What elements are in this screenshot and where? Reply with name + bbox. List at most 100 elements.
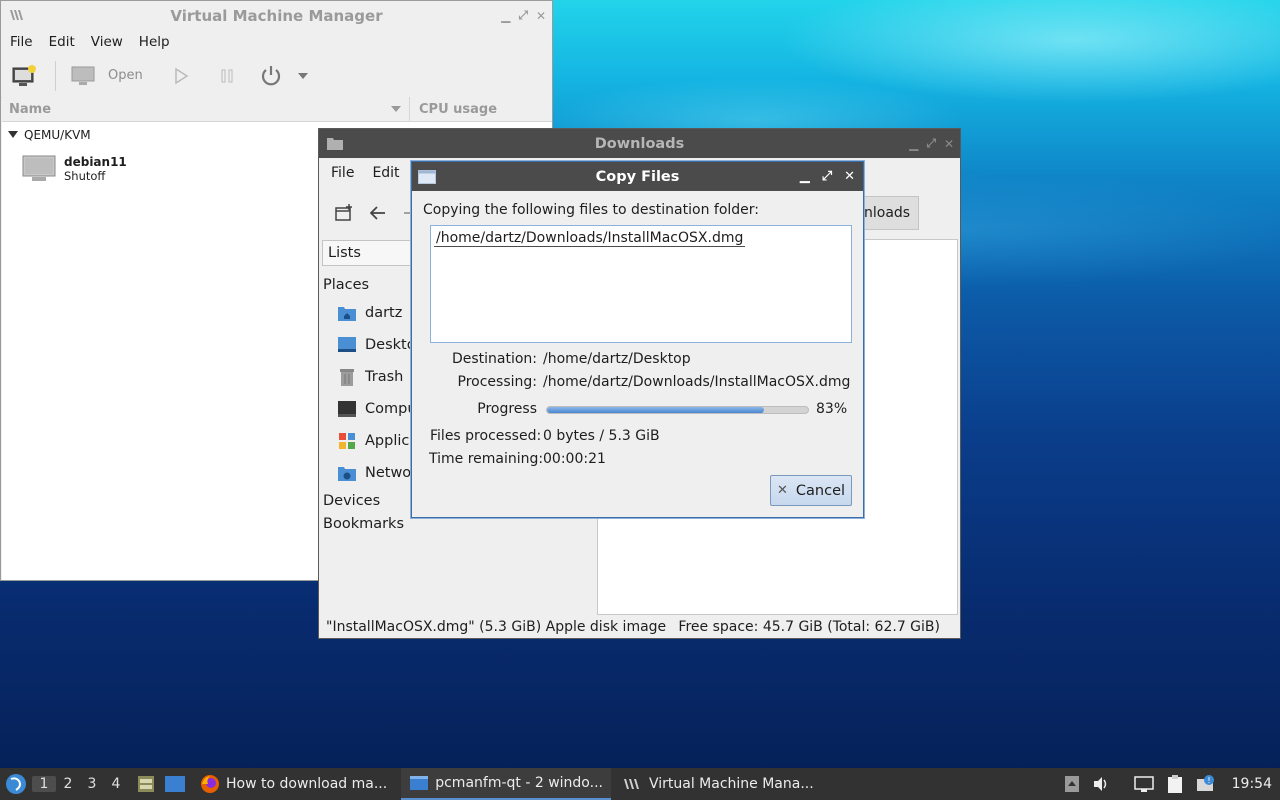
time-remaining-value: 00:00:21 xyxy=(543,451,606,467)
place-trash-label: Trash xyxy=(365,369,404,385)
computer-icon xyxy=(338,401,356,417)
vmm-titlebar[interactable]: Virtual Machine Manager ▁ ⤢ ✕ xyxy=(1,1,552,30)
place-computer[interactable]: Compu xyxy=(337,397,417,421)
copy-files-dialog: Copy Files ▁ ⤢ ✕ Copying the following f… xyxy=(411,161,864,518)
task-pcmanfm[interactable]: pcmanfm-qt - 2 windo... xyxy=(401,768,611,800)
pause-button[interactable] xyxy=(219,58,235,94)
vmm-title: Virtual Machine Manager xyxy=(170,6,383,25)
time-remaining-label: Time remaining: xyxy=(429,451,544,467)
menu-file[interactable]: File xyxy=(10,34,41,50)
place-network[interactable]: Netwo xyxy=(337,461,411,485)
run-button[interactable] xyxy=(173,58,189,94)
shutdown-button[interactable] xyxy=(259,58,283,94)
menu-edit[interactable]: Edit xyxy=(372,165,399,181)
workspace-3[interactable]: 3 xyxy=(80,776,104,792)
workspace-4[interactable]: 4 xyxy=(104,776,128,792)
volume-icon[interactable] xyxy=(1092,775,1110,793)
path-button-label: nloads xyxy=(864,205,911,221)
workspace-1[interactable]: 1 xyxy=(32,776,56,792)
update-notifier-icon[interactable]: ! xyxy=(1196,774,1216,794)
vm-group-label: QEMU/KVM xyxy=(24,128,91,142)
destination-value: /home/dartz/Desktop xyxy=(543,351,691,367)
new-vm-icon xyxy=(12,64,36,86)
processing-label: Processing: xyxy=(457,374,537,390)
open-button[interactable]: Open xyxy=(70,58,143,94)
desktop-icon xyxy=(338,337,356,352)
minimize-icon[interactable]: ▁ xyxy=(909,137,918,151)
file-list-item[interactable]: /home/dartz/Downloads/InstallMacOSX.dmg xyxy=(434,230,746,247)
task-virt-manager[interactable]: Virtual Machine Mana... xyxy=(615,768,822,800)
trash-icon xyxy=(340,369,354,386)
virt-manager-icon xyxy=(10,10,23,20)
maximize-icon[interactable]: ⤢ xyxy=(822,169,832,184)
progress-percent: 83% xyxy=(816,401,848,417)
vm-group-row[interactable]: QEMU/KVM xyxy=(8,128,91,142)
view-mode-label: Lists xyxy=(328,245,361,261)
maximize-icon[interactable]: ⤢ xyxy=(926,136,936,151)
place-desktop[interactable]: Deskto xyxy=(337,333,416,357)
tray-arrow-icon[interactable] xyxy=(1064,775,1080,793)
open-button-label: Open xyxy=(108,68,143,83)
applications-icon xyxy=(339,433,355,449)
menu-view[interactable]: View xyxy=(91,34,131,50)
place-trash[interactable]: Trash xyxy=(337,365,403,389)
place-desktop-label: Deskto xyxy=(365,337,416,353)
devices-header[interactable]: Devices xyxy=(323,493,380,509)
toolbar-separator xyxy=(55,60,56,91)
clipboard-icon[interactable] xyxy=(1166,774,1184,794)
network-tray-icon[interactable] xyxy=(1133,775,1154,793)
destination-label: Destination: xyxy=(451,351,537,367)
vm-state: Shutoff xyxy=(64,169,106,183)
clock[interactable]: 19:54 xyxy=(1232,776,1272,792)
menu-edit[interactable]: Edit xyxy=(49,34,83,50)
place-network-label: Netwo xyxy=(365,465,412,481)
back-arrow-icon[interactable] xyxy=(370,206,386,220)
status-selection: "InstallMacOSX.dmg" (5.3 GiB) Apple disk… xyxy=(326,619,667,635)
new-tab-icon[interactable] xyxy=(335,204,353,222)
bookmarks-header[interactable]: Bookmarks xyxy=(323,516,404,532)
vm-list-header: Name CPU usage xyxy=(2,97,552,122)
new-vm-button[interactable] xyxy=(11,58,37,94)
window-icon xyxy=(418,170,436,184)
cancel-button[interactable]: ✕ Cancel xyxy=(770,475,852,506)
path-button[interactable]: nloads xyxy=(862,196,919,230)
minimize-icon[interactable]: ▁ xyxy=(800,169,810,184)
app-menu-button[interactable] xyxy=(0,773,32,795)
task-virt-manager-label: Virtual Machine Mana... xyxy=(648,776,814,792)
maximize-icon[interactable]: ⤢ xyxy=(518,8,528,23)
menu-help[interactable]: Help xyxy=(139,34,178,50)
copy-dialog-titlebar[interactable]: Copy Files ▁ ⤢ ✕ xyxy=(412,162,863,191)
downloads-titlebar[interactable]: Downloads ▁ ⤢ ✕ xyxy=(319,129,960,158)
processing-value: /home/dartz/Downloads/InstallMacOSX.dmg xyxy=(543,374,851,390)
workspace-2[interactable]: 2 xyxy=(56,776,80,792)
copy-dialog-title: Copy Files xyxy=(595,168,680,185)
close-icon[interactable]: ✕ xyxy=(944,137,954,151)
network-icon xyxy=(338,467,356,481)
column-cpu[interactable]: CPU usage xyxy=(410,102,497,117)
downloads-title: Downloads xyxy=(594,135,685,152)
place-home-label: dartz xyxy=(365,305,403,321)
task-firefox[interactable]: How to download ma... xyxy=(192,768,395,800)
column-name[interactable]: Name xyxy=(2,97,410,121)
file-list-box[interactable]: /home/dartz/Downloads/InstallMacOSX.dmg xyxy=(430,225,852,343)
copy-heading: Copying the following files to destinati… xyxy=(423,202,759,218)
task-firefox-label: How to download ma... xyxy=(226,776,388,792)
place-home[interactable]: dartz xyxy=(337,301,402,325)
view-mode-select[interactable]: Lists xyxy=(322,240,414,266)
chevron-down-icon xyxy=(391,106,401,112)
place-applications[interactable]: Applica xyxy=(337,429,418,453)
status-bar: "InstallMacOSX.dmg" (5.3 GiB) Apple disk… xyxy=(319,616,960,638)
quicklaunch-show-desktop[interactable] xyxy=(164,774,186,794)
close-icon[interactable]: ✕ xyxy=(844,169,855,184)
menu-file[interactable]: File xyxy=(331,165,354,181)
quicklaunch-file-manager[interactable] xyxy=(136,774,156,794)
vm-monitor-icon xyxy=(22,155,56,181)
shutdown-menu-button[interactable] xyxy=(297,58,309,94)
pause-icon xyxy=(221,69,233,82)
places-header[interactable]: Places xyxy=(323,277,369,293)
minimize-icon[interactable]: ▁ xyxy=(501,9,510,23)
firefox-icon xyxy=(201,775,219,793)
close-icon[interactable]: ✕ xyxy=(536,9,546,23)
power-icon xyxy=(261,65,280,85)
vm-row[interactable]: debian11 Shutoff xyxy=(22,155,127,183)
